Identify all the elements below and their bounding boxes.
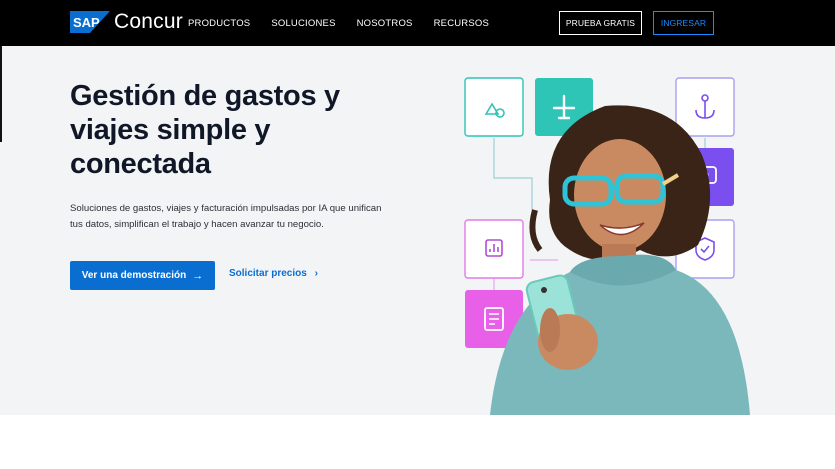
anchor-icon: [675, 77, 735, 137]
nav-nosotros[interactable]: NOSOTROS: [357, 18, 413, 29]
hero-description: Soluciones de gastos, viajes y facturaci…: [70, 201, 400, 233]
nav-productos[interactable]: PRODUCTOS: [188, 18, 250, 29]
nav-recursos[interactable]: RECURSOS: [434, 18, 489, 29]
sap-concur-logo[interactable]: SAP Concur: [70, 11, 183, 33]
hero-illustration: [464, 77, 750, 415]
headline-line: viajes simple y: [70, 114, 271, 146]
description-line: Soluciones de gastos, viajes y facturaci…: [70, 203, 382, 214]
hero-headline: Gestión de gastos y viajes simple y cone…: [70, 79, 390, 181]
sap-logo-icon: SAP: [70, 11, 110, 33]
chart-icon: [464, 219, 524, 279]
main-menu: PRODUCTOS SOLUCIONES NOSOTROS RECURSOS: [188, 0, 510, 46]
arrow-right-icon: →: [192, 269, 204, 282]
shapes-icon: [464, 77, 524, 137]
pricing-link-label: Solicitar precios: [229, 268, 307, 279]
login-button[interactable]: INGRESAR: [653, 11, 714, 35]
nav-soluciones[interactable]: SOLUCIONES: [271, 18, 335, 29]
sap-logo-text: SAP: [73, 15, 100, 30]
demo-button-label: Ver una demostración: [81, 270, 187, 281]
request-pricing-link[interactable]: Solicitar precios ›: [229, 268, 318, 279]
headline-line: Gestión de gastos y: [70, 80, 340, 112]
chevron-right-icon: ›: [314, 268, 318, 279]
page-bottom-area: [0, 415, 835, 469]
hero-left-edge: [0, 46, 2, 142]
description-line: tus datos, simplifican el trabajo y hace…: [70, 219, 324, 230]
headline-line: conectada: [70, 148, 211, 180]
request-demo-button[interactable]: Ver una demostración →: [70, 261, 215, 290]
free-trial-button[interactable]: PRUEBA GRATIS: [559, 11, 642, 35]
top-navigation: SAP Concur PRODUCTOS SOLUCIONES NOSOTROS…: [0, 0, 835, 46]
brand-name: Concur: [114, 10, 183, 33]
